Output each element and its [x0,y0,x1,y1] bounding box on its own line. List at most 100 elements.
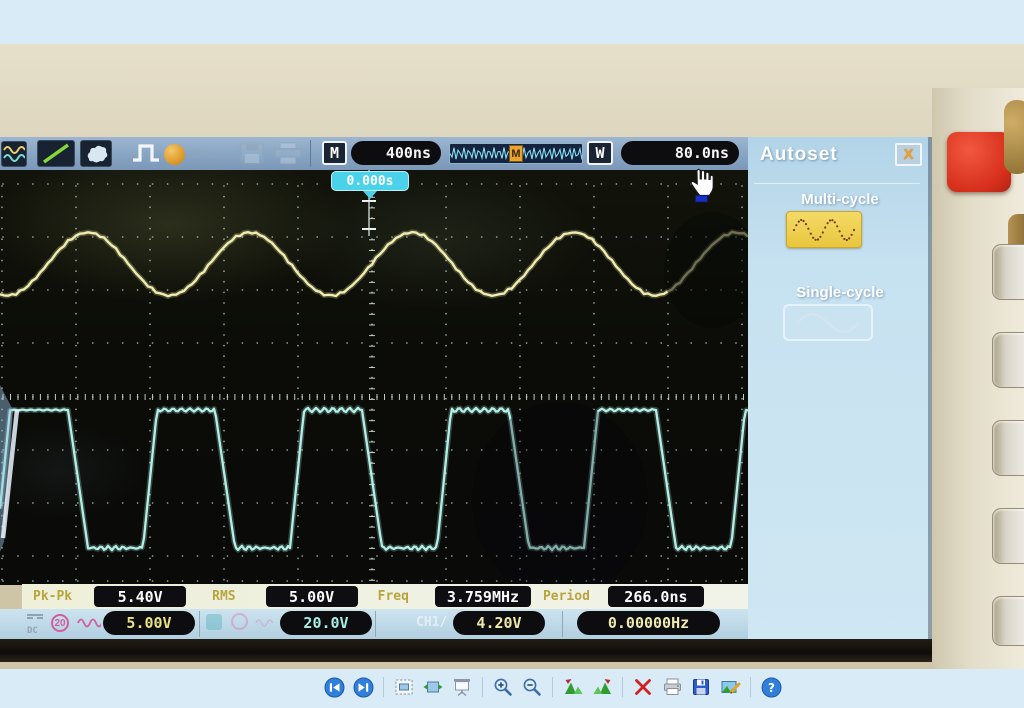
pulse-icon [132,143,160,163]
main-timebase-badge: M [322,141,347,165]
viewer-toolbar: ? [322,673,783,701]
ch2-coupling-icon [206,614,222,630]
save-button[interactable] [689,674,713,700]
zoom-in-button[interactable] [491,674,515,700]
edit-button[interactable] [718,674,742,700]
green-slash-icon [39,142,73,165]
help-icon: ? [761,677,782,698]
edit-icon [720,677,741,697]
save-icon [691,677,711,697]
application-window: M 400ns M W 80.0ns 0.000s Pk-Pk 5.40V RM… [0,0,1024,708]
coupling-dc-icon: DC [27,614,43,638]
slideshow-icon [452,677,472,697]
print-status-icon [273,142,303,165]
dual-wave-icon [3,143,25,165]
scope-side-button [992,420,1024,476]
zoom-out-button[interactable] [520,674,544,700]
lcd-bottom-bezel [0,639,936,662]
hand-cursor [687,167,715,203]
status-separator [199,611,200,637]
menu-title: Autoset [760,144,838,166]
print-button[interactable] [660,674,684,700]
zoom-in-icon [493,677,513,697]
topbar-separator [310,140,311,167]
blob-icon [83,143,109,165]
previous-button[interactable] [322,674,346,700]
trigger-frequency-readout: 0.00000Hz [577,611,720,635]
next-icon [353,677,374,698]
singlecycle-glyph [793,309,863,337]
toolbar-separator [622,677,623,697]
hand-tool-icon [80,140,112,167]
question-glyph: ? [768,681,775,695]
channels-status-icon [1,141,27,167]
single-cycle-label: Single-cycle [748,284,932,301]
scope-red-button [947,132,1011,192]
multi-cycle-button [786,211,862,248]
status-separator [375,611,376,637]
menu-divider [754,183,920,184]
window-timebase-value: 80.0ns [621,141,739,165]
measurement-label: Period [543,589,590,604]
fit-to-window-button[interactable] [392,674,416,700]
record-view-strip: M [449,143,583,164]
rotate-right-icon [592,677,613,697]
measurement-label: Freq [378,589,409,604]
waveform-svg [0,170,748,585]
print-icon [662,677,683,697]
toolbar-separator [750,677,751,697]
ch2-bandwidth-icon [231,613,248,630]
ch1-wave-icon [77,616,101,630]
ch2-wave-icon [255,616,277,630]
scope-knob-partial [1004,100,1024,174]
trigger-slope-icon [37,140,75,167]
trigger-position-value: 0.000s [347,174,394,189]
measurement-label: RMS [212,589,235,604]
window-timebase-badge: W [587,141,613,165]
ch1-scale-readout: 5.00V [103,611,195,635]
scope-side-button [992,332,1024,388]
actual-size-button[interactable] [421,674,445,700]
measurement-value: 266.0ns [608,586,704,607]
multi-cycle-label: Multi-cycle [748,191,932,208]
photo-viewport[interactable]: M 400ns M W 80.0ns 0.000s Pk-Pk 5.40V RM… [0,44,1024,625]
key-icon [191,146,219,161]
photo-bottom-edge [0,662,936,669]
scope-screen [0,170,748,585]
measurement-bar: Pk-Pk 5.40V RMS 5.00V Freq 3.759MHz Peri… [22,584,748,609]
scope-side-button [992,244,1024,300]
fit-to-window-icon [394,677,414,697]
status-dot-icon [164,144,185,165]
toolbar-separator [482,677,483,697]
scope-side-button [992,596,1024,646]
delete-x-icon [633,677,653,697]
menu-close-button: X [895,143,922,166]
ch2-scale-readout: 20.0V [280,611,372,635]
main-timebase-value: 400ns [351,141,441,165]
measurement-value: 3.759MHz [435,586,531,607]
trigger-position-tag: 0.000s [331,171,409,191]
rotate-right-button[interactable] [590,674,614,700]
scope-side-button [992,508,1024,564]
status-separator [562,611,563,637]
measurement-value: 5.00V [266,586,358,607]
single-cycle-button [783,304,873,341]
rotate-left-button[interactable] [561,674,585,700]
actual-size-icon [423,677,443,697]
close-x-icon: X [903,146,913,163]
slideshow-button[interactable] [450,674,474,700]
window-marker: M [509,145,523,162]
zoom-out-icon [522,677,542,697]
next-button[interactable] [351,674,375,700]
measurement-value: 5.40V [94,586,186,607]
toolbar-separator [552,677,553,697]
delete-button[interactable] [631,674,655,700]
help-button[interactable]: ? [759,674,783,700]
multicycle-glyph [792,215,856,245]
toolbar-separator [383,677,384,697]
previous-icon [324,677,345,698]
measurement-label: Pk-Pk [33,589,72,604]
trigger-source-label: CH1/ [416,615,447,630]
rotate-left-icon [563,677,584,697]
bandwidth-limit-icon: 20 [51,614,69,632]
